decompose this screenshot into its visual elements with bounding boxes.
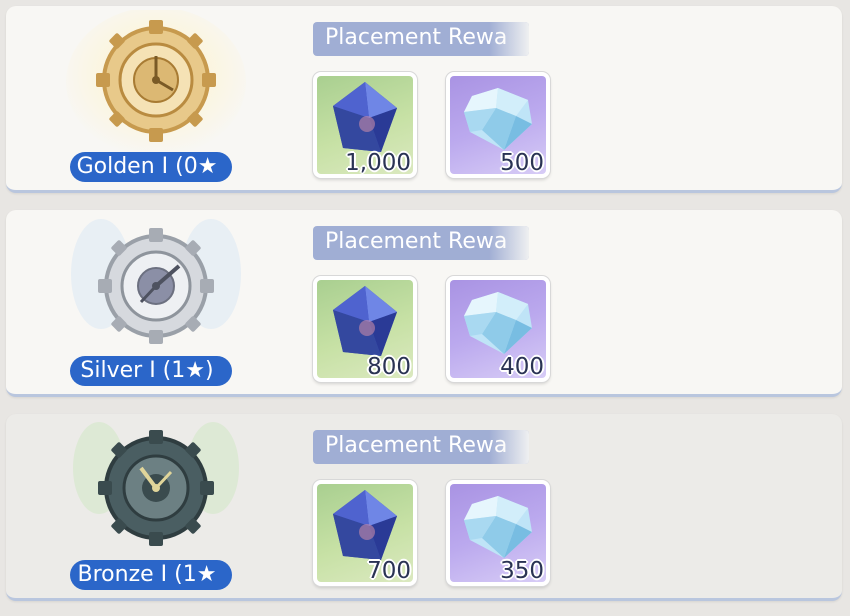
crystal-cube-icon bbox=[333, 82, 397, 152]
reward-quantity: 1,000 bbox=[345, 150, 411, 176]
reward-quantity: 700 bbox=[367, 558, 411, 584]
reward-item-crystal[interactable]: 700 bbox=[313, 480, 417, 586]
reward-quantity: 500 bbox=[500, 150, 544, 176]
placement-rewards-title: Placement Rewa bbox=[313, 22, 529, 56]
bronze-clock-emblem-icon bbox=[61, 418, 251, 568]
rank-label: Silver I (1★) bbox=[70, 356, 232, 386]
reward-item-crystal[interactable]: 800 bbox=[313, 276, 417, 382]
golden-clock-emblem-icon bbox=[61, 7, 251, 160]
reward-quantity: 350 bbox=[500, 558, 544, 584]
tier-card-silver: Silver I (1★) Placement Rewa 800 400 bbox=[6, 210, 842, 397]
diamond-gem-icon bbox=[464, 496, 532, 558]
tier-card-golden: Golden I (0★ Placement Rewa 1,000 500 bbox=[6, 6, 842, 193]
reward-item-diamond[interactable]: 400 bbox=[446, 276, 550, 382]
diamond-gem-icon bbox=[464, 292, 532, 354]
reward-quantity: 800 bbox=[367, 354, 411, 380]
crystal-cube-icon bbox=[333, 490, 397, 560]
reward-quantity: 400 bbox=[500, 354, 544, 380]
diamond-gem-icon bbox=[464, 88, 532, 150]
reward-item-diamond[interactable]: 500 bbox=[446, 72, 550, 178]
tier-card-bronze: Bronze I (1★ Placement Rewa 700 350 bbox=[6, 414, 842, 601]
rank-label: Golden I (0★ bbox=[70, 152, 232, 182]
crystal-cube-icon bbox=[333, 286, 397, 356]
placement-rewards-title: Placement Rewa bbox=[313, 430, 529, 464]
reward-item-crystal[interactable]: 1,000 bbox=[313, 72, 417, 178]
placement-rewards-title: Placement Rewa bbox=[313, 226, 529, 260]
rank-label: Bronze I (1★ bbox=[70, 560, 232, 590]
silver-clock-emblem-icon bbox=[61, 214, 251, 364]
reward-item-diamond[interactable]: 350 bbox=[446, 480, 550, 586]
